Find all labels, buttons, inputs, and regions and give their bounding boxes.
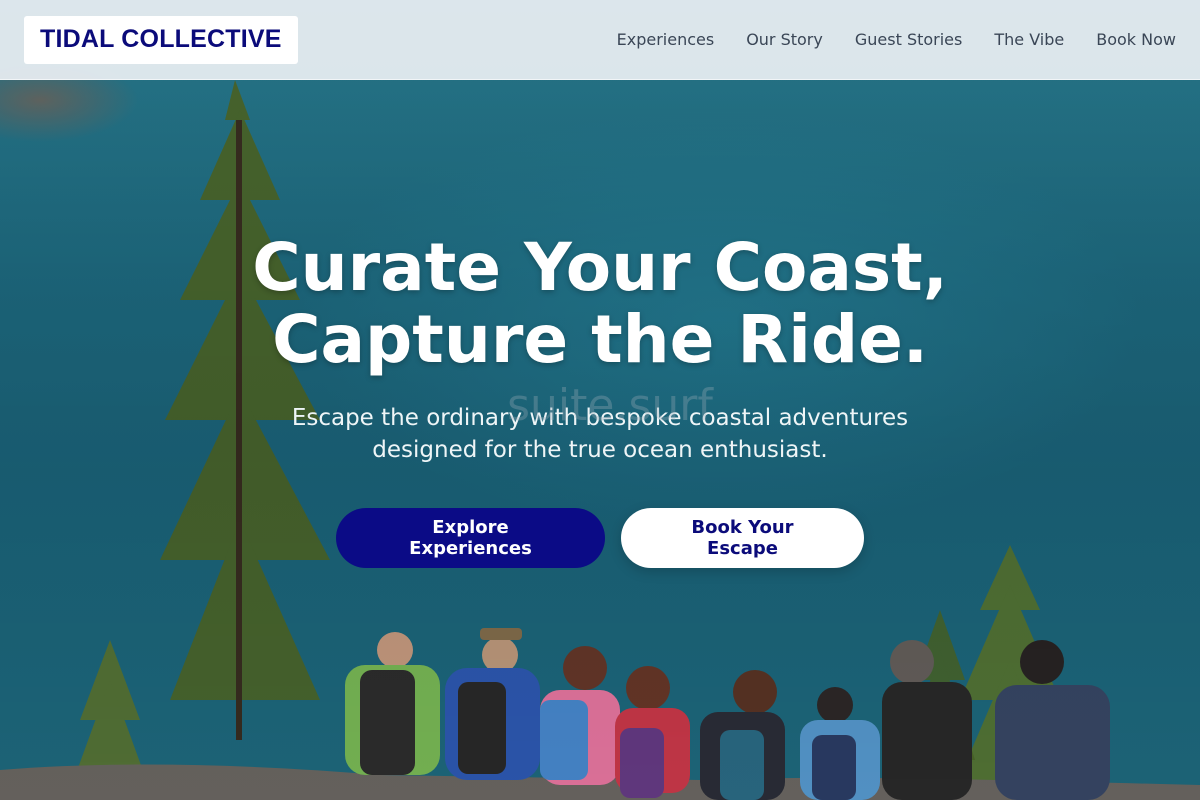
- book-your-escape-button[interactable]: Book Your Escape: [621, 508, 864, 568]
- hero-subtitle-line-2: designed for the true ocean enthusiast.: [372, 437, 828, 463]
- hero-cta-group: Explore Experiences Book Your Escape: [336, 508, 864, 568]
- hero-title-line-2: Capture the Ride.: [272, 301, 928, 378]
- explore-experiences-button[interactable]: Explore Experiences: [336, 508, 605, 568]
- hero-section: suite.surf Curate Your Coast, Capture th…: [0, 232, 1200, 568]
- nav-link-book-now[interactable]: Book Now: [1096, 30, 1176, 49]
- nav-link-our-story[interactable]: Our Story: [746, 30, 823, 49]
- site-header: TIDAL COLLECTIVE Experiences Our Story G…: [0, 0, 1200, 80]
- nav-link-the-vibe[interactable]: The Vibe: [994, 30, 1064, 49]
- brand-logo[interactable]: TIDAL COLLECTIVE: [24, 15, 298, 64]
- hero-title: Curate Your Coast, Capture the Ride.: [252, 232, 948, 376]
- main-navigation: Experiences Our Story Guest Stories The …: [617, 30, 1176, 49]
- nav-link-experiences[interactable]: Experiences: [617, 30, 715, 49]
- nav-link-guest-stories[interactable]: Guest Stories: [855, 30, 963, 49]
- hero-title-line-1: Curate Your Coast,: [252, 229, 948, 306]
- hero-watermark-text: suite.surf: [507, 380, 713, 431]
